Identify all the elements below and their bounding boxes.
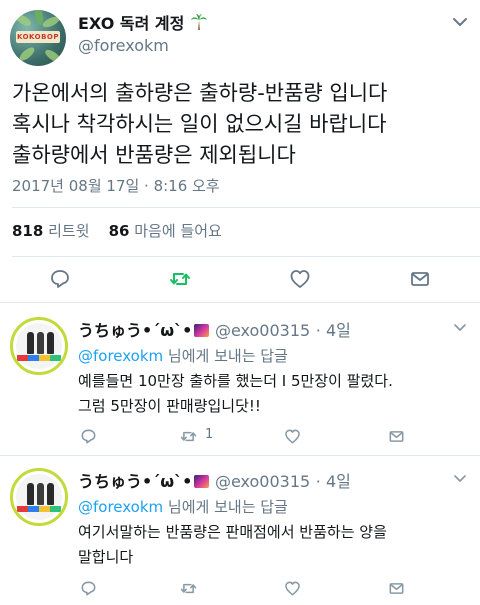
- avatar[interactable]: [10, 468, 68, 526]
- reply-display-name: うちゅう•´ω`•: [78, 472, 193, 491]
- tweet-text-line: 혹시나 착각하시는 일이 없으시길 바랍니다: [12, 112, 387, 136]
- envelope-icon[interactable]: [409, 268, 431, 290]
- avatar-logo-text: KOKOBOP: [16, 31, 60, 43]
- like-count: 86: [108, 222, 130, 240]
- reply-handle: @exo00315: [214, 472, 311, 491]
- retweet-count: 1: [205, 427, 214, 442]
- chevron-down-icon[interactable]: [452, 470, 468, 486]
- reply-text-line: 예를들면 10만장 출하를 했는더 I 5만장이 팔렸다.: [78, 372, 393, 390]
- reply-text-line: 그럼 5만장이 판매량입니닷!!: [78, 397, 261, 415]
- retweet-label: 리트윗: [48, 222, 90, 240]
- envelope-icon[interactable]: [388, 580, 405, 597]
- reply-text: 여기서말하는 반품량은 판매점에서 반품하는 양을 말합니다: [78, 520, 473, 570]
- palm-tree-icon: [190, 14, 207, 30]
- chevron-down-icon[interactable]: [450, 12, 470, 32]
- reply-context: @forexokm 님에게 보내는 답글: [78, 345, 288, 366]
- avatar[interactable]: KOKOBOP: [10, 10, 66, 66]
- reply-text-line: 말합니다: [78, 548, 134, 566]
- retweet-count: 818: [12, 222, 44, 240]
- envelope-icon[interactable]: [388, 428, 405, 445]
- reply-time: · 4일: [315, 321, 351, 340]
- engagement-stats: 818 리트윗 86 마음에 들어요: [12, 220, 222, 241]
- heart-icon[interactable]: [289, 268, 311, 290]
- tweet-text-line: 가온에서의 출하량은 출하량-반품량 입니다: [12, 81, 388, 105]
- tweet-text: 가온에서의 출하량은 출하량-반품량 입니다 혹시나 착각하시는 일이 없으시길…: [12, 78, 472, 171]
- divider: [12, 256, 480, 257]
- tweet-text-line: 출하량에서 반품량은 제외됩니다: [12, 143, 296, 167]
- reply-display-name: うちゅう•´ω`•: [78, 321, 193, 340]
- reply-icon[interactable]: [80, 428, 97, 445]
- reply-handle: @exo00315: [214, 321, 311, 340]
- mention-link[interactable]: @forexokm: [78, 347, 163, 365]
- reply-context-text: 님에게 보내는 답글: [163, 347, 288, 365]
- display-name[interactable]: EXO 독려 계정: [78, 10, 208, 34]
- reply-time: · 4일: [315, 472, 351, 491]
- heart-icon[interactable]: [284, 428, 301, 445]
- avatar[interactable]: [10, 317, 68, 375]
- heart-icon[interactable]: [284, 580, 301, 597]
- reply-context-text: 님에게 보내는 답글: [163, 498, 288, 516]
- reply-context: @forexokm 님에게 보내는 답글: [78, 496, 288, 517]
- reply-icon[interactable]: [49, 268, 71, 290]
- reply-tweet[interactable]: うちゅう•´ω`• @exo00315 · 4일 @forexokm 님에게 보…: [0, 456, 480, 605]
- galaxy-emoji-icon: [194, 324, 210, 337]
- like-stat[interactable]: 86 마음에 들어요: [109, 222, 222, 240]
- chevron-down-icon[interactable]: [452, 319, 468, 335]
- divider: [12, 207, 480, 208]
- reply-author[interactable]: うちゅう•´ω`• @exo00315 · 4일: [78, 468, 351, 492]
- retweet-icon[interactable]: [169, 268, 191, 290]
- galaxy-emoji-icon: [194, 475, 210, 488]
- reply-tweet[interactable]: うちゅう•´ω`• @exo00315 · 4일 @forexokm 님에게 보…: [0, 303, 480, 455]
- reply-icon[interactable]: [80, 580, 97, 597]
- handle[interactable]: @forexokm: [78, 36, 169, 55]
- retweet-icon[interactable]: [180, 428, 197, 445]
- timestamp[interactable]: 2017년 08월 17일 · 8:16 오후: [12, 175, 220, 196]
- reply-text: 예를들면 10만장 출하를 했는더 I 5만장이 팔렸다. 그럼 5만장이 판매…: [78, 369, 473, 419]
- retweet-icon[interactable]: [180, 580, 197, 597]
- mention-link[interactable]: @forexokm: [78, 498, 163, 516]
- like-label: 마음에 들어요: [134, 222, 222, 240]
- reply-author[interactable]: うちゅう•´ω`• @exo00315 · 4일: [78, 317, 351, 341]
- main-tweet: KOKOBOP EXO 독려 계정 @forexokm 가온에서의 출하량은 출…: [0, 0, 480, 302]
- display-name-text: EXO 독려 계정: [78, 14, 185, 33]
- reply-text-line: 여기서말하는 반품량은 판매점에서 반품하는 양을: [78, 523, 387, 541]
- retweet-stat[interactable]: 818 리트윗: [12, 222, 90, 240]
